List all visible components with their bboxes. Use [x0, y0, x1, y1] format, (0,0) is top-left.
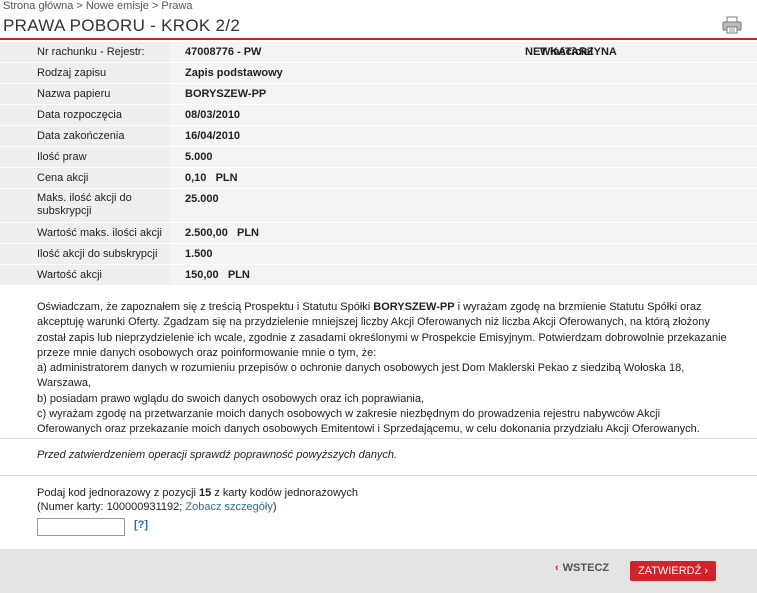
account-label: Nr rachunku - Rejestr:: [0, 42, 170, 62]
account-owner: Właściciel rachunku: NET KATARZYNA: [525, 42, 617, 78]
table-row: Ilość akcji do subskrypcji 1.500: [0, 244, 757, 265]
row-label: Wartość maks. ilości akcji: [0, 223, 170, 243]
confirm-button[interactable]: ZATWIERDŹ ›: [630, 561, 716, 581]
title-divider: [0, 38, 757, 40]
row-value: 08/03/2010: [185, 109, 241, 121]
breadcrumb: Strona główna > Nowe emisje > Prawa: [3, 0, 193, 12]
row-value: 2.500,00 PLN: [185, 227, 259, 239]
verification-warning: Przed zatwierdzeniem operacji sprawdź po…: [37, 449, 398, 461]
declaration-text: Oświadczam, że zapoznałem się z treścią …: [37, 301, 727, 436]
row-value: 0,10 PLN: [185, 172, 238, 184]
printer-icon[interactable]: [722, 16, 742, 34]
row-value: 25.000: [185, 193, 219, 205]
table-row: Rodzaj zapisu Zapis podstawowy: [0, 63, 757, 84]
table-row: Nazwa papieru BORYSZEW-PP: [0, 84, 757, 105]
divider: [0, 438, 757, 439]
chevron-left-icon: ‹: [555, 562, 559, 574]
table-row: Cena akcji 0,10 PLN: [0, 168, 757, 189]
row-value: 1.500: [185, 248, 213, 260]
table-row-account: Nr rachunku - Rejestr: 47008776 - PW Wła…: [0, 42, 757, 78]
row-value: 16/04/2010: [185, 130, 241, 142]
table-row: Data rozpoczęcia 08/03/2010: [0, 105, 757, 126]
row-label: Wartość akcji: [0, 265, 170, 285]
chevron-right-icon: ›: [704, 565, 709, 577]
row-label: Ilość akcji do subskrypcji: [0, 244, 170, 264]
help-link[interactable]: [?]: [134, 519, 148, 531]
row-label: Ilość praw: [0, 147, 170, 167]
code-prompt: Podaj kod jednorazowy z pozycji 15 z kar…: [37, 487, 359, 513]
row-label: Data zakończenia: [0, 126, 170, 146]
row-value: 5.000: [185, 151, 213, 163]
row-value: 150,00 PLN: [185, 269, 250, 281]
row-label: Rodzaj zapisu: [0, 63, 170, 83]
row-label: Cena akcji: [0, 168, 170, 188]
details-table: Nr rachunku - Rejestr: 47008776 - PW Wła…: [0, 42, 757, 286]
one-time-code-input[interactable]: [37, 518, 125, 536]
row-value: BORYSZEW-PP: [185, 88, 267, 100]
table-row: Maks. ilość akcji do subskrypcji 25.000: [0, 189, 757, 223]
table-row: Ilość praw 5.000: [0, 147, 757, 168]
table-row: Wartość maks. ilości akcji 2.500,00 PLN: [0, 223, 757, 244]
row-label: Data rozpoczęcia: [0, 105, 170, 125]
row-label: Nazwa papieru: [0, 84, 170, 104]
row-value: Zapis podstawowy: [185, 67, 283, 79]
company-name: BORYSZEW-PP: [373, 301, 455, 313]
table-row: Wartość akcji 150,00 PLN: [0, 265, 757, 286]
table-row: Data zakończenia 16/04/2010: [0, 126, 757, 147]
account-value: 47008776 - PW: [185, 46, 262, 58]
row-label: Maks. ilość akcji do subskrypcji: [0, 189, 170, 222]
divider: [0, 475, 757, 476]
page-title: PRAWA POBORU - KROK 2/2: [3, 16, 241, 35]
code-position: 15: [199, 487, 212, 499]
details-link[interactable]: Zobacz szczegóły: [185, 501, 272, 513]
back-button[interactable]: ‹ WSTECZ: [555, 562, 609, 574]
